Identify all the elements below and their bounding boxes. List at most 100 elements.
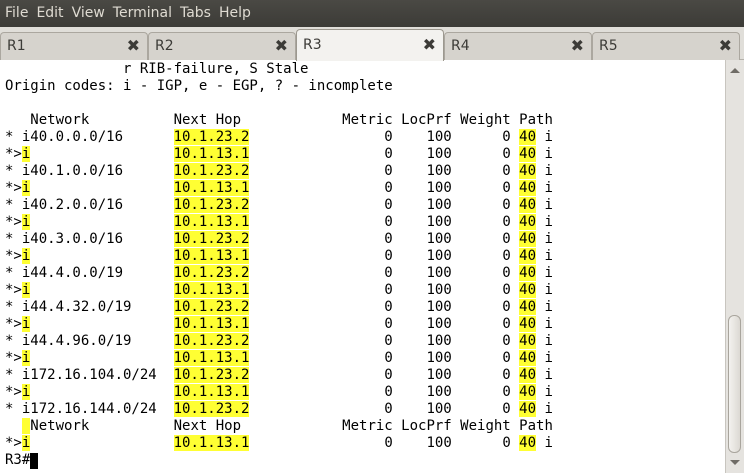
terminal-line: * i40.2.0.0/16 10.1.23.2 0 100 0 40 i xyxy=(5,197,553,214)
terminal-text: i xyxy=(536,163,553,179)
tab-label: R1 xyxy=(7,38,26,54)
terminal-text: i xyxy=(536,146,553,162)
terminal-text: *> xyxy=(5,350,22,366)
terminal-text: *> xyxy=(5,316,22,332)
terminal-line: Network Next Hop Metric LocPrf Weight Pa… xyxy=(5,418,553,435)
terminal-line: Origin codes: i - IGP, e - EGP, ? - inco… xyxy=(5,78,393,95)
terminal-text: 0 100 0 xyxy=(249,350,520,366)
terminal-text: i xyxy=(536,197,553,213)
terminal-text: 0 100 0 xyxy=(249,316,520,332)
tab-r1[interactable]: R1 ✖ xyxy=(0,32,148,60)
highlighted-text: 40 xyxy=(519,265,537,281)
terminal-text: 0 100 0 xyxy=(249,299,520,315)
terminal-text: i xyxy=(536,231,553,247)
terminal-line: R3# xyxy=(5,452,39,469)
terminal-line: * i172.16.104.0/24 10.1.23.2 0 100 0 40 … xyxy=(5,367,553,384)
terminal-text: 0 100 0 xyxy=(249,265,520,281)
menu-view[interactable]: View xyxy=(70,0,111,27)
terminal-text: *> xyxy=(5,214,22,230)
scroll-down-arrow-icon[interactable] xyxy=(730,460,740,465)
menu-tabs[interactable]: Tabs xyxy=(178,0,217,27)
terminal-text: 0 100 0 xyxy=(249,163,520,179)
terminal-text: i xyxy=(536,214,553,230)
vertical-scrollbar[interactable] xyxy=(725,60,744,473)
close-tab-icon[interactable]: ✖ xyxy=(127,36,140,56)
scroll-up-arrow-icon[interactable] xyxy=(730,68,740,73)
terminal-text: R3# xyxy=(5,452,31,468)
close-tab-icon[interactable]: ✖ xyxy=(719,36,732,56)
highlighted-text: 10.1.23.2 xyxy=(173,367,250,383)
highlighted-text: 40 xyxy=(519,231,537,247)
terminal-text: i xyxy=(536,129,553,145)
terminal-text: 0 100 0 xyxy=(249,401,520,417)
terminal-output[interactable]: r RIB-failure, S Stale Origin codes: i - … xyxy=(0,60,725,473)
highlighted-text: 10.1.13.1 xyxy=(173,146,250,162)
highlighted-text: 10.1.13.1 xyxy=(173,316,250,332)
menu-edit[interactable]: Edit xyxy=(34,0,69,27)
highlighted-text: 10.1.23.2 xyxy=(173,197,250,213)
terminal-text: i xyxy=(536,401,553,417)
terminal-text: r RIB-failure, S Stale xyxy=(5,61,309,77)
terminal-text: i xyxy=(536,333,553,349)
menu-help[interactable]: Help xyxy=(217,0,257,27)
terminal-text: i xyxy=(536,282,553,298)
highlighted-text: 40 xyxy=(519,214,537,230)
terminal-line: * i40.3.0.0/16 10.1.23.2 0 100 0 40 i xyxy=(5,231,553,248)
terminal-text: 0 100 0 xyxy=(249,146,520,162)
terminal-text: 0 100 0 xyxy=(249,333,520,349)
terminal-text: 0 100 0 xyxy=(249,180,520,196)
highlighted-text: 10.1.23.2 xyxy=(173,299,250,315)
terminal-line: *>i 10.1.13.1 0 100 0 40 i xyxy=(5,350,553,367)
terminal-text: 0 100 0 xyxy=(249,384,520,400)
menu-file[interactable]: File xyxy=(3,0,34,27)
terminal-text: *> xyxy=(5,435,22,451)
terminal-text: *> xyxy=(5,146,22,162)
highlighted-text: 10.1.13.1 xyxy=(173,282,250,298)
tab-r3[interactable]: R3 ✖ xyxy=(296,29,444,61)
terminal-line: *>i 10.1.13.1 0 100 0 40 i xyxy=(5,248,553,265)
scrollbar-thumb[interactable] xyxy=(728,315,741,453)
highlighted-text: 10.1.13.1 xyxy=(173,248,250,264)
terminal-text: * i44.4.96.0/19 xyxy=(5,333,174,349)
close-tab-icon[interactable]: ✖ xyxy=(571,36,584,56)
highlighted-text: 10.1.13.1 xyxy=(173,350,250,366)
tab-r2[interactable]: R2 ✖ xyxy=(148,32,296,60)
terminal-line: * i40.1.0.0/16 10.1.23.2 0 100 0 40 i xyxy=(5,163,553,180)
terminal-text: *> xyxy=(5,282,22,298)
highlighted-text: 40 xyxy=(519,129,537,145)
terminal-text: *> xyxy=(5,180,22,196)
terminal-text: i xyxy=(536,367,553,383)
close-tab-icon[interactable]: ✖ xyxy=(275,36,288,56)
terminal-text: *> xyxy=(5,384,22,400)
terminal-line: *>i 10.1.13.1 0 100 0 40 i xyxy=(5,180,553,197)
terminal-text: * i40.3.0.0/16 xyxy=(5,231,174,247)
highlighted-text: 10.1.23.2 xyxy=(173,401,250,417)
terminal-text: * i44.4.0.0/19 xyxy=(5,265,174,281)
terminal-line: * i40.0.0.0/16 10.1.23.2 0 100 0 40 i xyxy=(5,129,553,146)
terminal-text: * i44.4.32.0/19 xyxy=(5,299,174,315)
highlighted-text: 40 xyxy=(519,401,537,417)
highlighted-text: 40 xyxy=(519,163,537,179)
terminal-text: * i172.16.144.0/24 xyxy=(5,401,174,417)
menu-terminal[interactable]: Terminal xyxy=(111,0,178,27)
tab-r5[interactable]: R5 ✖ xyxy=(592,32,740,60)
terminal-text: 0 100 0 xyxy=(249,231,520,247)
highlighted-text: 40 xyxy=(519,146,537,162)
close-tab-icon[interactable]: ✖ xyxy=(423,35,436,55)
terminal-line: *>i 10.1.13.1 0 100 0 40 i xyxy=(5,282,553,299)
terminal-line: *>i 10.1.13.1 0 100 0 40 i xyxy=(5,214,553,231)
terminal-text: 0 100 0 xyxy=(249,248,520,264)
tab-label: R5 xyxy=(599,38,618,54)
highlighted-text: 10.1.13.1 xyxy=(173,214,250,230)
menu-bar: File Edit View Terminal Tabs Help xyxy=(0,0,744,27)
terminal-text: i xyxy=(536,180,553,196)
highlighted-text: 10.1.23.2 xyxy=(173,333,250,349)
tab-r4[interactable]: R4 ✖ xyxy=(444,32,592,60)
